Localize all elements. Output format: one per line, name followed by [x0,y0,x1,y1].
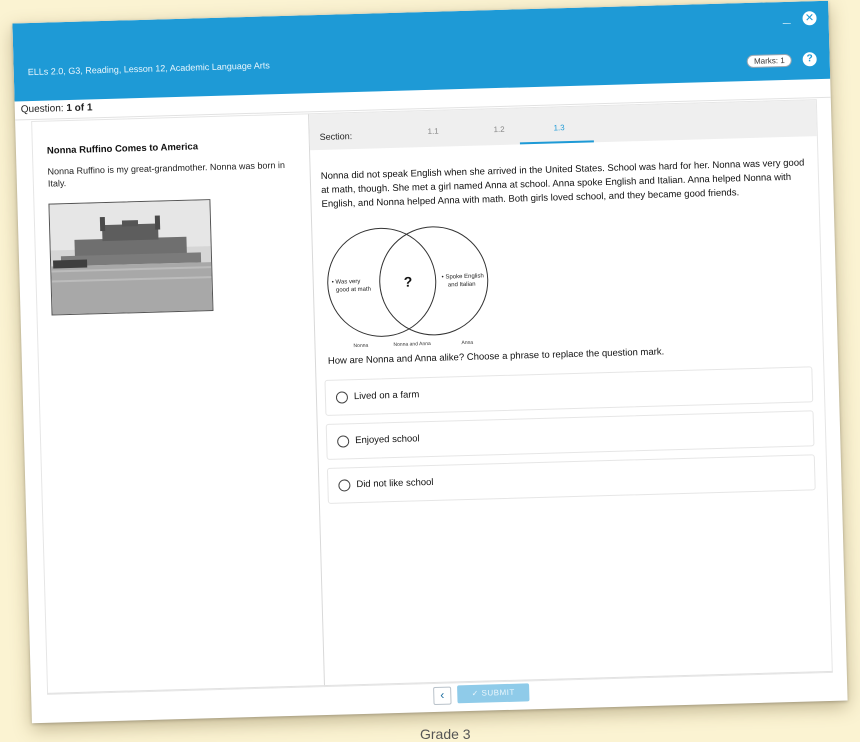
answer-option-3[interactable]: Did not like school [326,454,816,504]
app-window: ELLs 2.0, G3, Reading, Lesson 12, Academ… [12,0,848,724]
grade-caption: Grade 3 [420,726,471,742]
venn-question-mark: ? [404,273,413,289]
submit-button[interactable]: ✓ SUBMIT [457,683,530,704]
tab-1-2[interactable]: 1.2 [493,125,504,134]
minimize-icon[interactable]: _ [782,9,790,25]
close-icon[interactable]: ✕ [802,11,817,26]
question-counter-label: Question: [20,103,64,116]
radio-button[interactable] [335,391,349,404]
venn-left-text-1: • Was very [332,279,361,286]
venn-label-both: Nonna and Anna [393,341,431,348]
venn-label-anna: Anna [461,340,473,346]
content-area: Nonna Ruffino Comes to America Nonna Ruf… [31,99,833,695]
tab-1-1[interactable]: 1.1 [427,127,438,136]
question-panel: Section: 1.1 1.2 1.3 Nonna did not speak… [309,100,832,686]
venn-right-text-2: and Italian [448,282,476,289]
question-prompt: How are Nonna and Anna alike? Choose a p… [327,346,665,367]
question-counter-value: 1 of 1 [66,102,93,115]
marks-badge[interactable]: Marks: 1 [746,53,792,69]
tab-1-3[interactable]: 1.3 [553,123,564,132]
radio-button[interactable] [337,435,350,448]
radio-button[interactable] [338,479,351,492]
story-text: Nonna did not speak English when she arr… [320,157,805,210]
venn-right-text-1: • Spoke English [442,273,484,280]
venn-left-text-2: good at math [336,287,371,294]
ellis-island-photo [48,199,214,316]
venn-diagram: • Was very good at math ? • Spoke Englis… [327,226,489,349]
venn-label-nonna: Nonna [353,343,368,349]
answer-option-1[interactable]: Lived on a farm [324,366,814,416]
photo-illustration [49,200,213,315]
answer-option-label[interactable]: Did not like school [356,477,433,490]
answer-option-2[interactable]: Enjoyed school [325,410,815,460]
help-icon[interactable]: ? [801,51,818,68]
active-tab-indicator [519,140,594,145]
section-label: Section: [319,131,353,142]
passage-panel: Nonna Ruffino Comes to America Nonna Ruf… [32,114,326,694]
answer-option-label[interactable]: Enjoyed school [355,433,420,446]
window-title: ELLs 2.0, G3, Reading, Lesson 12, Academ… [27,60,270,78]
question-counter: Question: 1 of 1 [21,102,93,115]
passage-title: Nonna Ruffino Comes to America [46,141,199,157]
back-button[interactable]: ‹ [433,686,452,706]
passage-body: Nonna Ruffino is my great-grandmother. N… [47,159,286,189]
answer-option-label[interactable]: Lived on a farm [354,389,420,402]
